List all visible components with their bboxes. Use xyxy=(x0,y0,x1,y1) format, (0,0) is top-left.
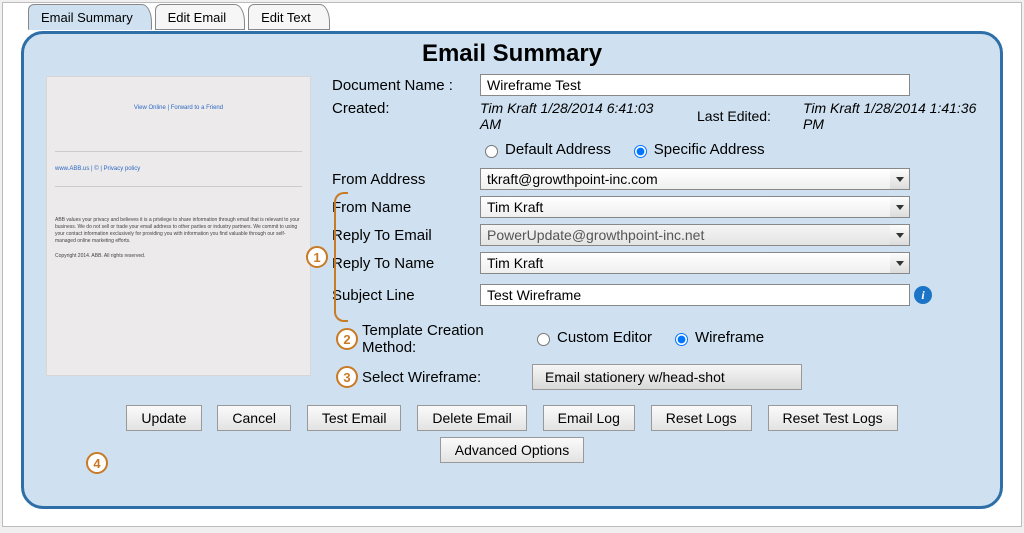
email-thumbnail: View Online | Forward to a Friend www.AB… xyxy=(46,76,311,376)
from-address-input[interactable] xyxy=(480,168,910,190)
reply-email-dropdown[interactable] xyxy=(890,224,910,246)
thumb-midline: www.ABB.us | © | Privacy policy xyxy=(55,151,302,187)
radio-specific-address[interactable]: Specific Address xyxy=(629,141,765,158)
action-buttons: Update Cancel Test Email Delete Email Em… xyxy=(46,402,978,466)
radio-custom-label: Custom Editor xyxy=(557,329,652,346)
select-wireframe-label: Select Wireframe: xyxy=(362,369,492,386)
radio-wireframe[interactable]: Wireframe xyxy=(670,329,764,346)
thumb-copyright: Copyright 2014. ABB. All rights reserved… xyxy=(55,253,302,260)
template-method-label: Template Creation Method: xyxy=(362,322,492,356)
callout-1: 1 xyxy=(306,246,328,268)
reply-email-combo[interactable] xyxy=(480,224,910,246)
thumb-topline: View Online | Forward to a Friend xyxy=(55,105,302,111)
reply-email-label: Reply To Email xyxy=(332,227,480,244)
reply-name-label: Reply To Name xyxy=(332,255,480,272)
from-name-combo[interactable] xyxy=(480,196,910,218)
summary-form: Document Name : Created: Tim Kraft 1/28/… xyxy=(326,72,978,392)
callout-4: 4 xyxy=(86,452,108,474)
cancel-button[interactable]: Cancel xyxy=(217,405,291,431)
reply-name-combo[interactable] xyxy=(480,252,910,274)
tab-edit-text[interactable]: Edit Text xyxy=(248,4,330,30)
summary-panel: Email Summary View Online | Forward to a… xyxy=(21,31,1003,509)
subject-label: Subject Line xyxy=(332,287,480,304)
from-name-label: From Name xyxy=(332,199,480,216)
lastedited-label: Last Edited: xyxy=(697,108,771,124)
advanced-options-button[interactable]: Advanced Options xyxy=(440,437,584,463)
lastedited-value: Tim Kraft 1/28/2014 1:41:36 PM xyxy=(803,100,978,132)
reply-email-input[interactable] xyxy=(480,224,910,246)
tab-edit-email[interactable]: Edit Email xyxy=(155,4,246,30)
callout-1-bracket xyxy=(334,192,348,322)
caret-icon xyxy=(896,233,904,238)
reply-name-dropdown[interactable] xyxy=(890,252,910,274)
reset-logs-button[interactable]: Reset Logs xyxy=(651,405,752,431)
tab-strip: Email Summary Edit Email Edit Text xyxy=(3,3,1021,31)
from-name-input[interactable] xyxy=(480,196,910,218)
from-address-label: From Address xyxy=(332,171,480,188)
radio-default-address[interactable]: Default Address xyxy=(480,141,611,158)
reply-name-input[interactable] xyxy=(480,252,910,274)
from-address-dropdown[interactable] xyxy=(890,168,910,190)
radio-default-label: Default Address xyxy=(505,141,611,158)
delete-email-button[interactable]: Delete Email xyxy=(417,405,526,431)
reset-test-logs-button[interactable]: Reset Test Logs xyxy=(768,405,898,431)
caret-icon xyxy=(896,261,904,266)
caret-icon xyxy=(896,205,904,210)
doc-name-input[interactable] xyxy=(480,74,910,96)
select-wireframe-button[interactable]: Email stationery w/head-shot xyxy=(532,364,802,390)
callout-3: 3 xyxy=(336,366,358,388)
info-icon[interactable]: i xyxy=(914,286,932,304)
created-value: Tim Kraft 1/28/2014 6:41:03 AM xyxy=(480,100,665,132)
subject-input[interactable] xyxy=(480,284,910,306)
callout-2: 2 xyxy=(336,328,358,350)
radio-specific-label: Specific Address xyxy=(654,141,765,158)
from-name-dropdown[interactable] xyxy=(890,196,910,218)
thumb-finetext: ABB values your privacy and believes it … xyxy=(55,217,302,245)
created-label: Created: xyxy=(332,100,480,117)
update-button[interactable]: Update xyxy=(126,405,201,431)
email-log-button[interactable]: Email Log xyxy=(543,405,635,431)
test-email-button[interactable]: Test Email xyxy=(307,405,402,431)
tab-email-summary[interactable]: Email Summary xyxy=(28,4,152,30)
from-address-combo[interactable] xyxy=(480,168,910,190)
caret-icon xyxy=(896,177,904,182)
radio-wireframe-label: Wireframe xyxy=(695,329,764,346)
doc-name-label: Document Name : xyxy=(332,77,480,94)
radio-custom-editor[interactable]: Custom Editor xyxy=(532,329,652,346)
page-title: Email Summary xyxy=(46,40,978,68)
